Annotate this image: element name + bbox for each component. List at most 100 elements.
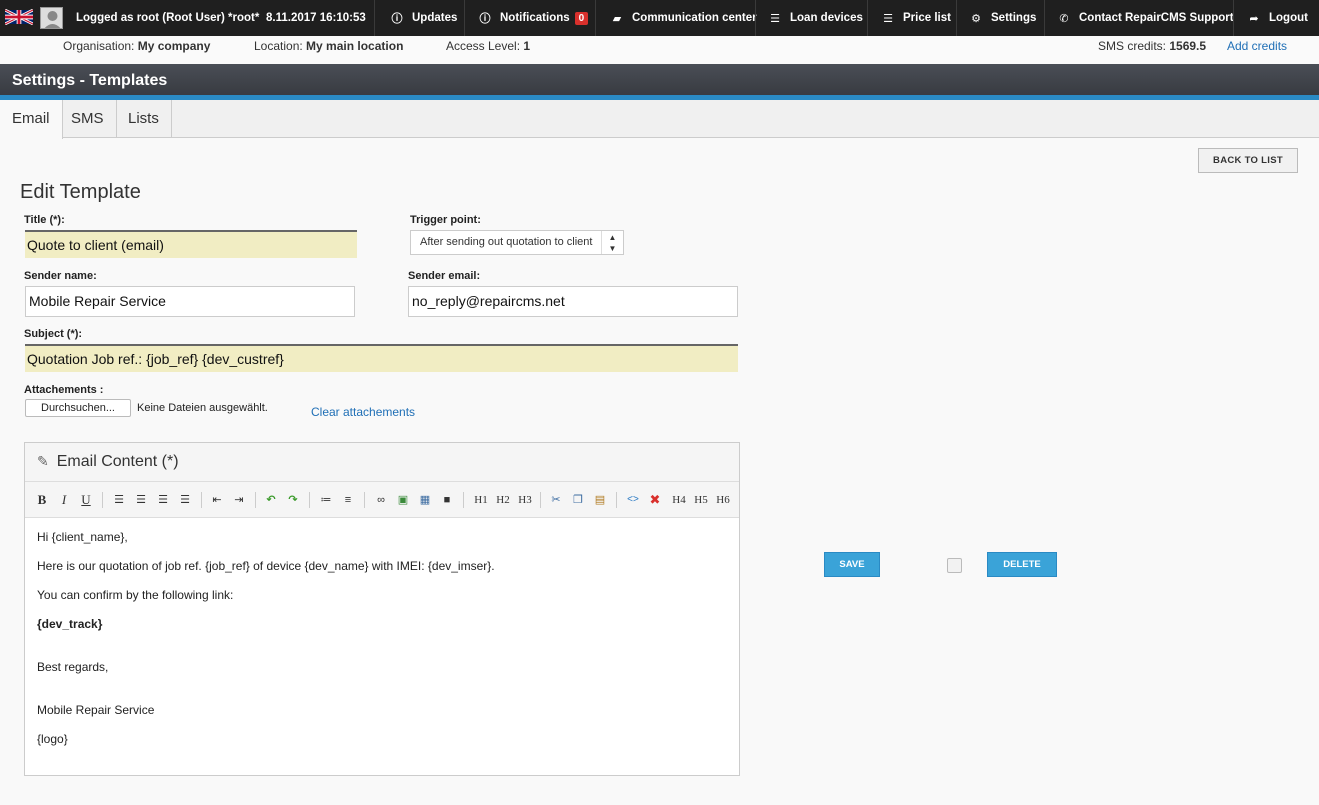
logout-label: Logout: [1269, 12, 1308, 24]
content-line: Best regards,: [37, 660, 109, 674]
info-icon: ⓘ: [479, 13, 491, 25]
sender-name-label: Sender name:: [24, 270, 97, 282]
loan-devices-menu[interactable]: ☰ Loan devices: [768, 0, 863, 36]
save-button[interactable]: SAVE: [824, 552, 880, 577]
notifications-count-badge: 0: [574, 11, 589, 25]
copy-icon[interactable]: ❐: [570, 492, 586, 508]
underline-icon[interactable]: U: [78, 492, 94, 508]
subject-label: Subject (*):: [24, 328, 83, 340]
heading-3-icon[interactable]: H3: [515, 492, 535, 508]
delete-button[interactable]: DELETE: [987, 552, 1057, 577]
sender-email-label: Sender email:: [408, 270, 481, 282]
source-terminal-icon[interactable]: ■: [439, 492, 455, 508]
content-line: Mobile Repair Service: [37, 703, 155, 717]
email-content-editor: ✎ Email Content (*) B I U ☰ ☰ ☰ ☰ ⇤ ⇥ ↶ ↷…: [24, 442, 740, 776]
redo-icon[interactable]: ↷: [285, 492, 301, 508]
indent-icon[interactable]: ⇥: [231, 492, 247, 508]
page-title: Settings - Templates: [0, 64, 1319, 95]
support-label: Contact RepairCMS Support: [1079, 12, 1234, 24]
align-right-icon[interactable]: ☰: [155, 492, 171, 508]
title-input[interactable]: Quote to client (email): [25, 230, 357, 258]
heading-2-icon[interactable]: H2: [493, 492, 513, 508]
share-arrow-icon: ➦: [1249, 12, 1259, 25]
trigger-point-select[interactable]: After sending out quotation to client ▲ ▼: [410, 230, 624, 255]
content-line: Here is our quotation of job ref. {job_r…: [37, 559, 495, 573]
communication-center-menu[interactable]: ▰ Communication center: [610, 0, 757, 36]
tab-sms[interactable]: SMS: [59, 100, 117, 138]
trigger-point-value: After sending out quotation to client: [420, 236, 593, 248]
list-icon: ☰: [883, 12, 893, 25]
content-line: {logo}: [37, 732, 68, 746]
updates-label: Updates: [412, 12, 458, 24]
price-list-label: Price list: [903, 12, 951, 24]
align-left-icon[interactable]: ☰: [111, 492, 127, 508]
access-level-info: Access Level: 1: [446, 39, 531, 53]
undo-icon[interactable]: ↶: [263, 492, 279, 508]
code-view-icon[interactable]: <>: [625, 492, 641, 508]
price-list-menu[interactable]: ☰ Price list: [881, 0, 951, 36]
outdent-icon[interactable]: ⇤: [209, 492, 225, 508]
link-icon[interactable]: ∞: [373, 492, 389, 508]
editor-header: ✎ Email Content (*): [25, 443, 739, 482]
tab-email[interactable]: Email: [0, 100, 63, 139]
bold-icon[interactable]: B: [34, 492, 50, 508]
list-icon: ☰: [770, 12, 780, 25]
sms-credits-info: SMS credits: 1569.5: [1098, 39, 1207, 53]
align-center-icon[interactable]: ☰: [133, 492, 149, 508]
updates-menu[interactable]: ⓘ Updates: [390, 0, 458, 36]
support-icon: ✆: [1059, 12, 1069, 25]
select-arrows-icon: ▲ ▼: [601, 231, 623, 254]
location-info: Location: My main location: [254, 39, 404, 53]
remove-format-icon[interactable]: ✖: [647, 492, 663, 508]
italic-icon[interactable]: I: [56, 492, 72, 508]
image-icon[interactable]: ▣: [395, 492, 411, 508]
communication-label: Communication center: [632, 12, 757, 24]
settings-label: Settings: [991, 12, 1037, 24]
notifications-menu[interactable]: ⓘ Notifications 0: [478, 0, 589, 36]
heading-4-icon[interactable]: H4: [669, 492, 689, 508]
heading-5-icon[interactable]: H5: [691, 492, 711, 508]
heading-6-icon[interactable]: H6: [713, 492, 733, 508]
content-line: {dev_track}: [37, 617, 103, 631]
title-label: Title (*):: [24, 214, 65, 226]
gear-icon: ⚙: [971, 12, 981, 25]
contact-support-menu[interactable]: ✆ Contact RepairCMS Support: [1057, 0, 1234, 36]
top-navigation-bar: Logged as root (Root User) *root* 8.11.2…: [0, 0, 1319, 36]
content-line: You can confirm by the following link:: [37, 588, 234, 602]
browse-file-button[interactable]: Durchsuchen...: [25, 399, 131, 417]
no-files-selected-text: Keine Dateien ausgewählt.: [137, 402, 268, 414]
cut-icon[interactable]: ✂: [548, 492, 564, 508]
paste-icon[interactable]: ▤: [592, 492, 608, 508]
trigger-point-label: Trigger point:: [410, 214, 481, 226]
heading-1-icon[interactable]: H1: [471, 492, 491, 508]
uk-flag-icon[interactable]: [5, 9, 33, 25]
delete-confirm-checkbox[interactable]: [947, 558, 962, 573]
editor-content-area[interactable]: Hi {client_name}, Here is our quotation …: [25, 518, 739, 746]
ordered-list-icon[interactable]: ≔: [318, 492, 334, 508]
info-bar: Organisation: My company Location: My ma…: [0, 36, 1319, 64]
editor-toolbar: B I U ☰ ☰ ☰ ☰ ⇤ ⇥ ↶ ↷ ≔ ≡ ∞ ▣ ▦ ■ H1 H2 …: [25, 482, 739, 518]
tab-lists[interactable]: Lists: [116, 100, 172, 138]
table-icon[interactable]: ▦: [417, 492, 433, 508]
chat-icon: ▰: [612, 12, 622, 25]
sender-name-input[interactable]: Mobile Repair Service: [25, 286, 355, 317]
editor-heading: Email Content (*): [56, 453, 179, 470]
add-credits-link[interactable]: Add credits: [1227, 39, 1287, 53]
organisation-info: Organisation: My company: [63, 39, 211, 53]
pencil-icon: ✎: [37, 453, 49, 469]
settings-menu[interactable]: ⚙ Settings: [969, 0, 1036, 36]
align-justify-icon[interactable]: ☰: [177, 492, 193, 508]
user-avatar-icon[interactable]: [40, 7, 63, 29]
unordered-list-icon[interactable]: ≡: [340, 492, 356, 508]
subject-input[interactable]: Quotation Job ref.: {job_ref} {dev_custr…: [25, 344, 738, 372]
clear-attachments-link[interactable]: Clear attachements: [311, 405, 415, 419]
loan-devices-label: Loan devices: [790, 12, 863, 24]
attachments-label: Attachements :: [24, 384, 104, 396]
content-line: Hi {client_name},: [37, 530, 128, 544]
back-to-list-button[interactable]: BACK TO LIST: [1198, 148, 1298, 173]
info-icon: ⓘ: [391, 13, 403, 25]
sender-email-input[interactable]: no_reply@repaircms.net: [408, 286, 738, 317]
logged-as-label: Logged as root (Root User) *root*: [76, 12, 260, 24]
logout-menu[interactable]: ➦ Logout: [1247, 0, 1308, 36]
template-tabs: Email SMS Lists: [0, 100, 1319, 139]
